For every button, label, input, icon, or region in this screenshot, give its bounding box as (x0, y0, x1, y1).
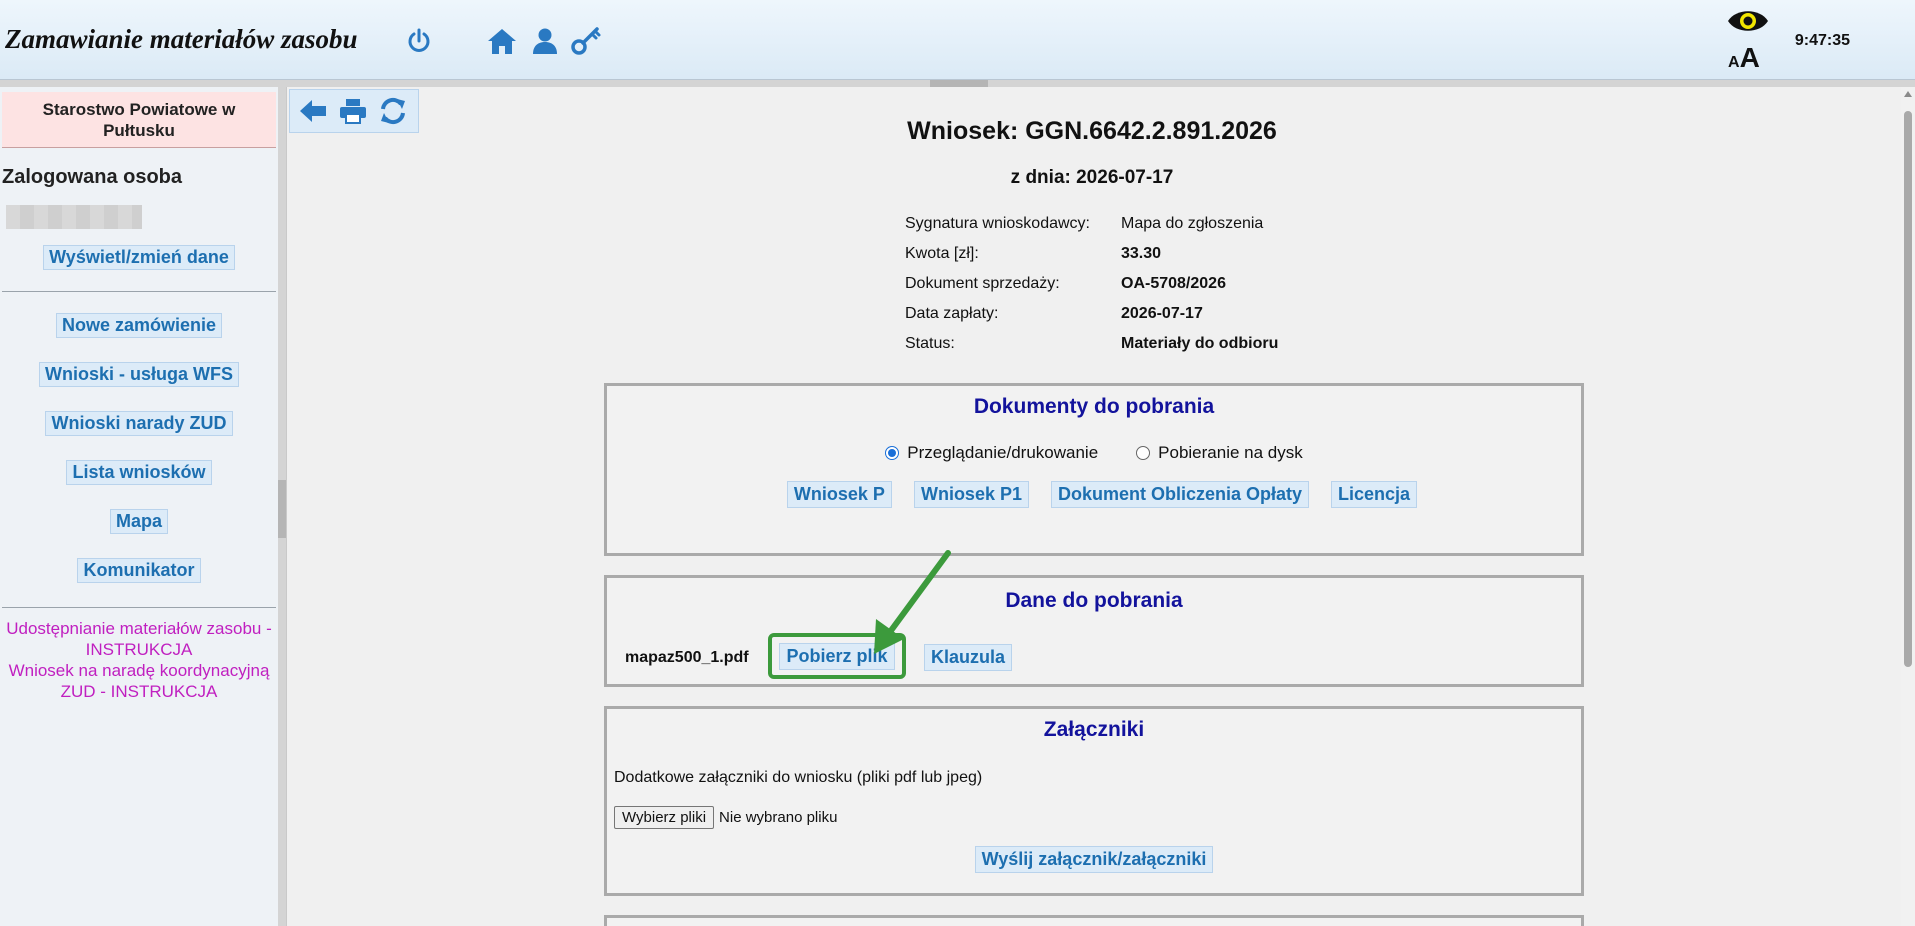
info-row: Status: Materiały do odbioru (905, 335, 1278, 365)
field-label: Status: (905, 335, 955, 352)
output-mode-radio-group: Przeglądanie/drukowanie Pobieranie na dy… (607, 443, 1581, 463)
document-license-button[interactable]: Licencja (1331, 481, 1418, 508)
sidebar-divider (2, 607, 276, 608)
sidebar-item-zud-requests[interactable]: Wnioski narady ZUD (45, 411, 233, 436)
send-attachments-button[interactable]: Wyślij załącznik/załączniki (974, 846, 1214, 873)
radio-download-disk-label: Pobieranie na dysk (1158, 443, 1303, 462)
instruction-link-sharing[interactable]: Udostępnianie materiałów zasobu - INSTRU… (2, 618, 276, 660)
document-buttons: Wniosek P Wniosek P1 Dokument Obliczenia… (607, 481, 1581, 508)
attachments-description: Dodatkowe załączniki do wniosku (pliki p… (614, 769, 983, 786)
user-icon[interactable] (528, 24, 562, 58)
documents-panel-title: Dokumenty do pobrania (973, 395, 1215, 418)
green-arrow-annotation (874, 550, 951, 654)
sidebar-item-request-list[interactable]: Lista wniosków (66, 460, 212, 485)
field-label: Sygnatura wnioskodawcy: (905, 215, 1090, 232)
radio-download-disk[interactable] (1136, 446, 1151, 460)
power-icon[interactable] (402, 24, 436, 58)
scroll-up-icon[interactable] (1904, 91, 1912, 97)
field-label: Kwota [zł]: (905, 245, 979, 262)
data-download-panel: Dane do pobrania mapaz500_1.pdf Pobierz … (604, 575, 1584, 687)
organization-name: Starostwo Powiatowe w Pułtusku (2, 92, 276, 148)
data-download-panel-title: Dane do pobrania (1005, 589, 1183, 612)
field-value: Mapa do zgłoszenia (1121, 215, 1264, 232)
info-row: Kwota [zł]: 33.30 (905, 245, 1278, 275)
no-file-selected-label: Nie wybrano pliku (719, 809, 838, 826)
request-info-table: Sygnatura wnioskodawcy: Mapa do zgłoszen… (905, 215, 1278, 365)
sidebar-item-new-order[interactable]: Nowe zamówienie (55, 313, 223, 338)
next-panel (604, 915, 1584, 926)
font-small-label: A (1728, 54, 1740, 71)
sidebar-divider (2, 291, 276, 292)
document-wniosek-p1-button[interactable]: Wniosek P1 (913, 481, 1029, 508)
attachments-panel-title: Załączniki (1043, 718, 1145, 741)
field-value: OA-5708/2026 (1121, 275, 1226, 292)
splitter-grip[interactable] (278, 480, 286, 538)
edit-profile-button[interactable]: Wyświetl/zmień dane (43, 245, 235, 270)
documents-panel: Dokumenty do pobrania Przeglądanie/druko… (604, 383, 1584, 556)
field-label: Data zapłaty: (905, 305, 999, 322)
vertical-splitter[interactable] (278, 87, 286, 926)
font-big-label: A (1739, 42, 1760, 73)
scrollbar-thumb[interactable] (1904, 111, 1912, 667)
horizontal-splitter[interactable] (0, 80, 1915, 87)
user-name-redacted (6, 205, 142, 229)
document-fee-calculation-button[interactable]: Dokument Obliczenia Opłaty (1050, 481, 1310, 508)
app-title: Zamawianie materiałów zasobu (5, 24, 358, 54)
field-value: 33.30 (1121, 245, 1162, 262)
download-file-name: mapaz500_1.pdf (625, 649, 749, 666)
field-value: 2026-07-17 (1121, 305, 1203, 322)
document-wniosek-p-button[interactable]: Wniosek P (786, 481, 892, 508)
font-size-toggle[interactable]: AA (1728, 42, 1760, 74)
main-content: Wniosek: GGN.6642.2.891.2026 z dnia: 202… (286, 87, 1915, 926)
sidebar-item-messenger[interactable]: Komunikator (77, 558, 201, 583)
app-header: Zamawianie materiałów zasobu AA 9:47:35 (0, 0, 1915, 80)
request-title: Wniosek: GGN.6642.2.891.2026 (907, 117, 1277, 145)
choose-files-button[interactable]: Wybierz pliki (614, 806, 715, 829)
eye-icon[interactable] (1726, 6, 1770, 36)
radio-view-print-label: Przeglądanie/drukowanie (907, 443, 1099, 462)
attachments-panel: Załączniki Dodatkowe załączniki do wnios… (604, 706, 1584, 896)
sidebar: Starostwo Powiatowe w Pułtusku Zalogowan… (0, 87, 278, 926)
field-value: Materiały do odbioru (1121, 335, 1279, 352)
info-row: Dokument sprzedaży: OA-5708/2026 (905, 275, 1278, 305)
clock: 9:47:35 (1794, 32, 1850, 49)
home-icon[interactable] (485, 24, 519, 58)
info-row: Data zapłaty: 2026-07-17 (905, 305, 1278, 335)
sidebar-item-wfs-requests[interactable]: Wnioski - usługa WFS (39, 362, 239, 387)
sidebar-item-map[interactable]: Mapa (109, 509, 168, 534)
info-row: Sygnatura wnioskodawcy: Mapa do zgłoszen… (905, 215, 1278, 245)
instruction-link-zud[interactable]: Wniosek na naradę koordynacyjną ZUD - IN… (2, 660, 276, 702)
file-chooser: Wybierz pliki Nie wybrano pliku (614, 806, 837, 829)
splitter-grip[interactable] (930, 80, 988, 87)
logged-user-label: Zalogowana osoba (2, 166, 183, 188)
radio-view-print[interactable] (885, 446, 900, 460)
key-icon[interactable] (569, 24, 603, 58)
vertical-scrollbar[interactable] (1901, 87, 1915, 926)
field-label: Dokument sprzedaży: (905, 275, 1060, 292)
request-date: z dnia: 2026-07-17 (1010, 167, 1174, 188)
